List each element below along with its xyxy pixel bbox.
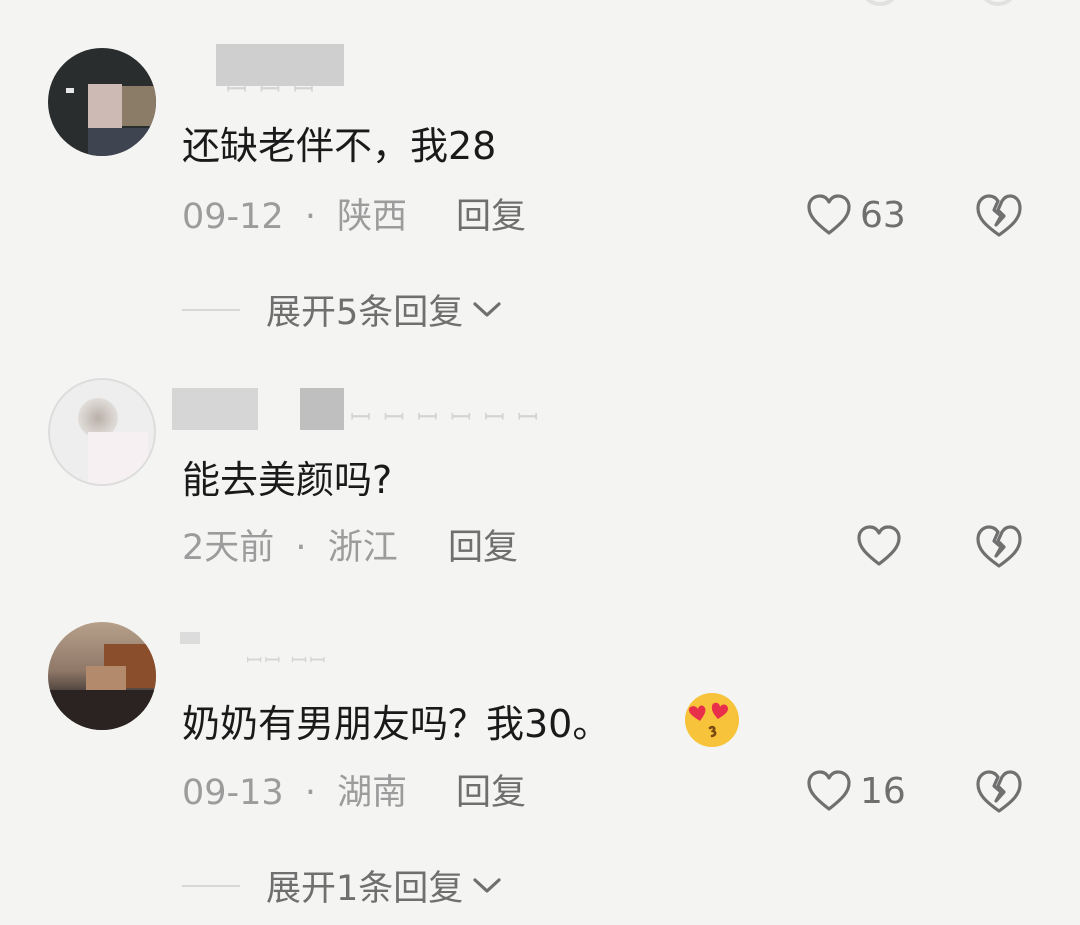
comment-meta: 2天前 · 浙江 [182,528,398,568]
meta-separator: · [304,773,316,813]
username-redacted [300,388,344,430]
comment-location: 陕西 [337,197,408,237]
comment-date: 2天前 [182,528,275,568]
like-button[interactable] [856,524,902,568]
like-count: 16 [860,770,906,812]
avatar[interactable] [48,48,156,156]
expand-replies-label: 展开5条回复 [266,293,464,333]
comment-text: 能去美颜吗? [182,458,393,502]
heart-outline-icon [807,194,851,235]
username-redacted [172,388,258,430]
like-button[interactable]: 63 [806,193,906,237]
expand-replies-label: 展开1条回复 [266,869,464,909]
comment-meta: 09-12 · 陕西 [182,197,407,237]
previous-dislike-icon-fragment [978,0,1018,6]
username-ghost-text: ꟷ ꟷ ꟷ [226,75,317,105]
avatar[interactable] [48,622,156,730]
kissing-heart-eyes-emoji [685,693,739,747]
meta-separator: · [295,528,307,568]
username-ghost-text: ꟷꟷ ꟷꟷ [246,648,328,672]
broken-heart-icon[interactable] [974,192,1024,240]
broken-heart-icon[interactable] [974,768,1024,816]
heart-outline-icon [807,770,851,811]
heart-outline-icon [857,525,901,566]
comment-date: 09-12 [182,197,284,237]
like-button[interactable]: 16 [806,769,906,813]
comment-text: 还缺老伴不，我28 [182,124,497,168]
expand-replies-button[interactable]: 展开1条回复 [182,860,503,911]
comment-meta: 09-13 · 湖南 [182,773,407,813]
comment-location: 湖南 [337,773,408,813]
reply-button[interactable]: 回复 [456,197,526,237]
reply-button[interactable]: 回复 [448,528,518,568]
broken-heart-icon[interactable] [974,523,1024,571]
expand-divider [182,308,240,311]
like-count: 63 [860,194,906,236]
comment-date: 09-13 [182,773,284,813]
username-ghost-text: ꟷ ꟷ ꟷ ꟷ ꟷ ꟷ [350,403,541,433]
comment-text: 奶奶有男朋友吗？我30。 [182,702,610,746]
comment-location: 浙江 [327,528,398,568]
chevron-down-icon [473,877,501,893]
chevron-down-icon [473,301,501,317]
previous-like-icon-fragment [860,0,900,6]
reply-button[interactable]: 回复 [456,773,526,813]
meta-separator: · [304,197,316,237]
comment-text-content: 奶奶有男朋友吗？我30。 [182,702,611,746]
avatar[interactable] [48,378,156,486]
username-redacted [180,632,200,644]
expand-replies-button[interactable]: 展开5条回复 [182,284,503,335]
expand-divider [182,884,240,887]
